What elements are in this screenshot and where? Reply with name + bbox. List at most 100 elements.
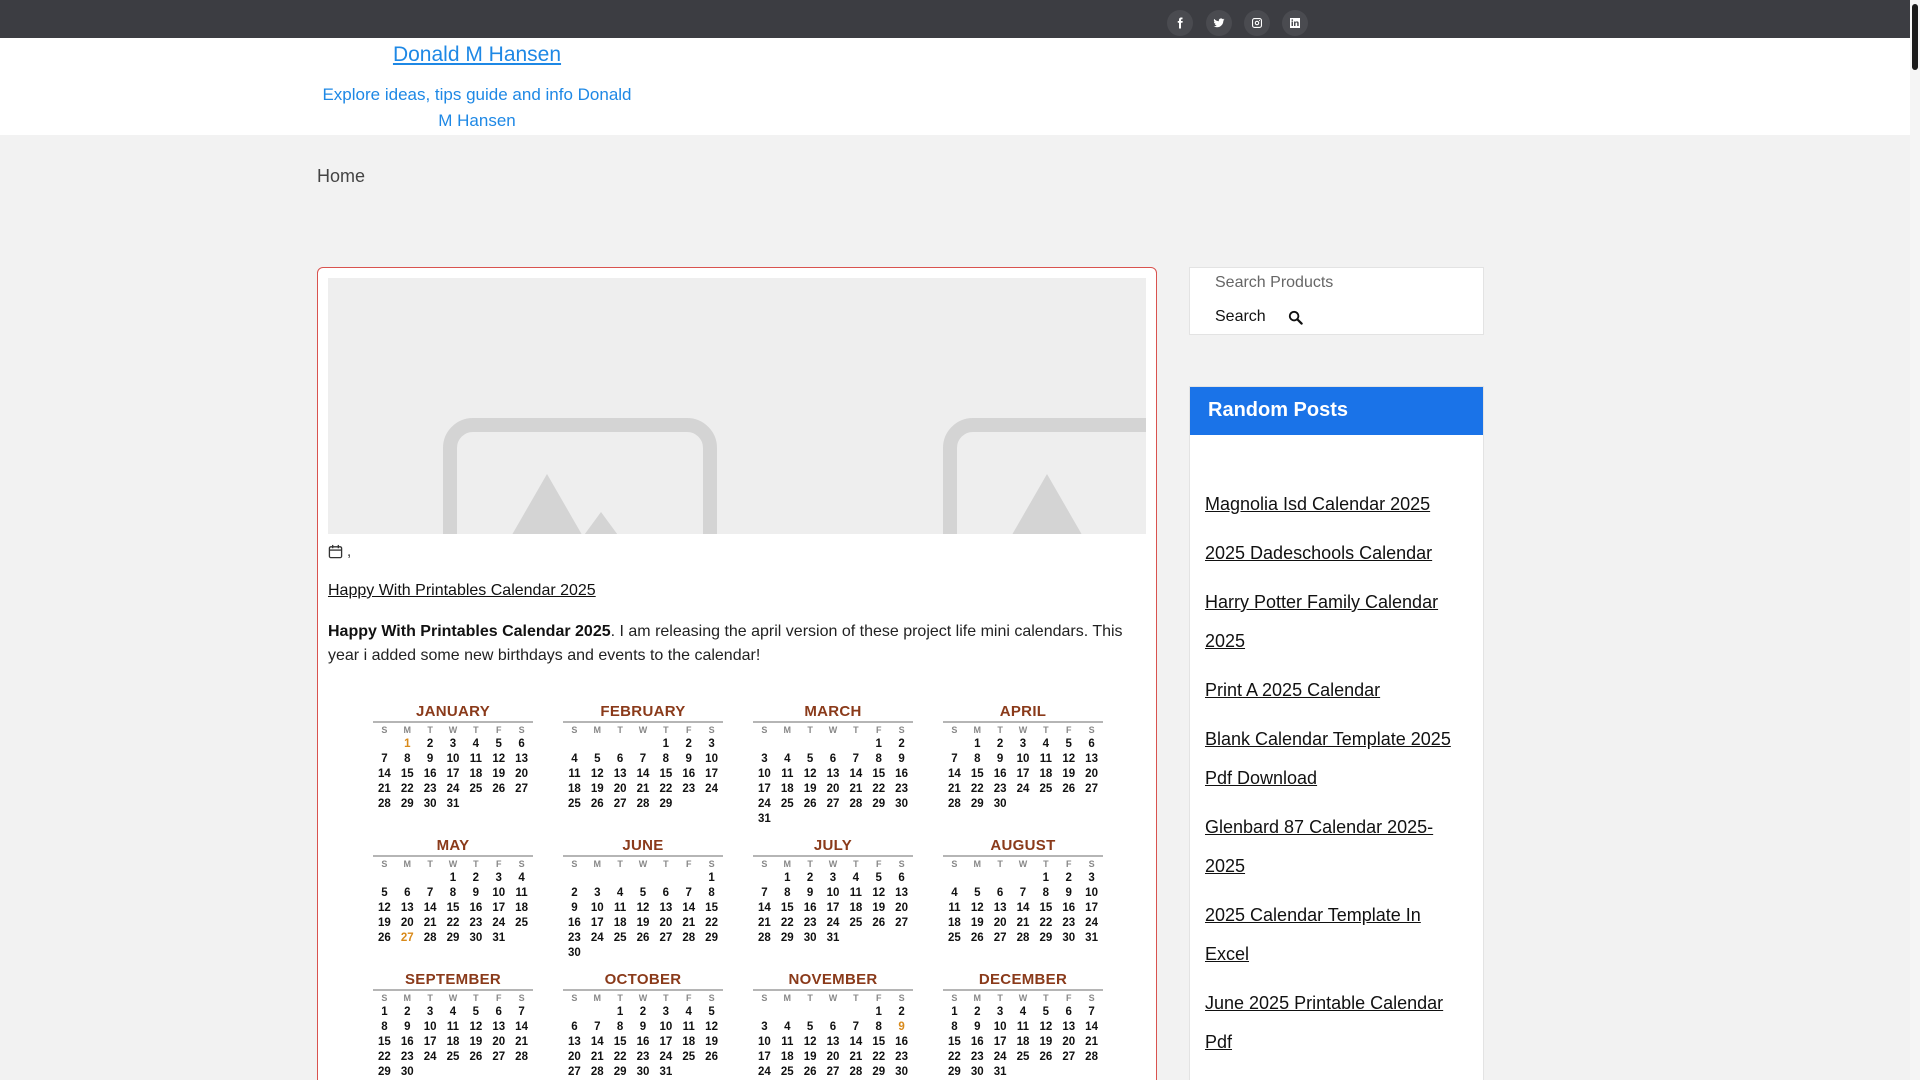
- week-row: 14 15 16 17 18 19 20: [943, 767, 1103, 782]
- random-post-link[interactable]: Magnolia Isd Calendar 2025: [1205, 494, 1430, 514]
- day-number: [510, 797, 533, 812]
- site-title-link[interactable]: Donald M Hansen: [317, 43, 637, 67]
- day-number: 22: [872, 1051, 886, 1063]
- day-number: 15: [400, 768, 414, 780]
- week-row: 26 27 28 29 30 31: [373, 931, 533, 946]
- day-number: 27: [515, 783, 528, 795]
- post-thumbnail-placeholder[interactable]: [328, 278, 1146, 534]
- day-number: 25: [948, 932, 961, 944]
- day-number: 9: [404, 1021, 411, 1033]
- day-number: 19: [590, 783, 604, 795]
- day-number: 3: [662, 1006, 670, 1018]
- weekday-label: S: [1088, 725, 1095, 735]
- day-number: 6: [1088, 738, 1095, 750]
- day-number: 18: [469, 768, 483, 780]
- day-number: 6: [662, 887, 670, 899]
- random-post-link[interactable]: Harry Potter Family Calendar 2025: [1205, 592, 1438, 651]
- day-number: 7: [639, 753, 647, 765]
- day-number: 15: [1039, 902, 1053, 914]
- day-number: 2: [806, 872, 814, 884]
- day-number: 22: [1039, 917, 1053, 929]
- scrollbar-thumb[interactable]: [1912, 4, 1918, 70]
- search-button[interactable]: Search: [1215, 308, 1303, 326]
- instagram-icon[interactable]: [1244, 10, 1270, 36]
- weekday-label: T: [807, 993, 813, 1003]
- weekday-label: S: [761, 859, 768, 869]
- week-row: 10 11 12 13 14 15 16: [753, 767, 913, 782]
- day-number: 2: [1065, 872, 1072, 884]
- weekday-label: S: [898, 993, 905, 1003]
- day-number: 2: [898, 1006, 905, 1018]
- day-number: [419, 871, 442, 886]
- day-number: 17: [1016, 768, 1030, 780]
- day-number: 24: [1085, 917, 1098, 929]
- month-name: DECEMBER: [943, 971, 1103, 991]
- day-number: 7: [1019, 887, 1027, 899]
- post-card: , Happy With Printables Calendar 2025 Ha…: [317, 267, 1157, 1080]
- random-post-link[interactable]: June 2025 Printable Calendar Pdf: [1205, 993, 1443, 1052]
- day-number: 10: [705, 753, 718, 765]
- day-number: 21: [378, 783, 391, 795]
- day-number: 29: [446, 932, 460, 944]
- linkedin-icon[interactable]: [1282, 10, 1308, 36]
- day-number: 22: [705, 917, 718, 929]
- day-number: [890, 812, 913, 827]
- day-number: 29: [613, 1066, 627, 1078]
- weekday-label: S: [571, 725, 578, 735]
- day-number: [654, 946, 677, 961]
- scrollbar[interactable]: [1910, 0, 1920, 1080]
- random-post-link[interactable]: Blank Calendar Template 2025 Pdf Downloa…: [1205, 729, 1451, 788]
- day-number: 26: [970, 932, 984, 944]
- random-post-link[interactable]: 2025 Dadeschools Calendar: [1205, 543, 1432, 563]
- day-number: 16: [568, 917, 581, 929]
- day-number: 25: [446, 1051, 460, 1063]
- day-number: 23: [469, 917, 483, 929]
- random-post-link[interactable]: 2025 Calendar Template In Excel: [1205, 905, 1421, 964]
- facebook-icon[interactable]: [1167, 10, 1193, 36]
- day-number: 30: [895, 1066, 908, 1078]
- day-number: 11: [614, 902, 627, 914]
- day-number: [799, 737, 822, 752]
- day-number: 16: [970, 1036, 984, 1048]
- week-row: 21 22 23 24 25 26 27: [943, 782, 1103, 797]
- nav-home-link[interactable]: Home: [317, 166, 365, 187]
- month-name: NOVEMBER: [753, 971, 913, 991]
- week-row: 12 13 14 15 16 17 18: [373, 901, 533, 916]
- day-number: 7: [951, 753, 958, 765]
- day-number: 24: [492, 917, 506, 929]
- day-number: 26: [378, 932, 391, 944]
- day-number: 2: [639, 1006, 647, 1018]
- day-number: 19: [872, 902, 886, 914]
- random-post-link[interactable]: Print A 2025 Calendar: [1205, 680, 1380, 700]
- day-number: 24: [423, 1051, 437, 1063]
- day-number: 28: [849, 1066, 863, 1078]
- calendar-month: JANUARY S M T W T F S 1 2 3 4 5 6 7 8 9 10 11 12 13 14 15 16 17 1…: [373, 703, 533, 827]
- day-number: 4: [1019, 1006, 1027, 1018]
- random-post-link[interactable]: Glenbard 87 Calendar 2025-2025: [1205, 817, 1433, 876]
- day-number: 20: [659, 917, 673, 929]
- weekday-label: T: [617, 993, 623, 1003]
- twitter-icon[interactable]: [1206, 10, 1232, 36]
- weekday-label: S: [898, 725, 905, 735]
- post-title-link[interactable]: Happy With Printables Calendar 2025: [328, 582, 596, 600]
- day-number: 23: [682, 783, 696, 795]
- weekday-label: W: [448, 725, 458, 735]
- calendar-grid: JANUARY S M T W T F S 1 2 3 4 5 6 7 8 9 10 11 12 13 14 15 16 17 1…: [368, 703, 1128, 1080]
- week-row: 12: [753, 1005, 913, 1020]
- day-number: 21: [590, 1051, 604, 1063]
- day-number: 1: [784, 872, 791, 884]
- calendar-month: JULY S M T W T F S 1 2 3 4 5 6 7 8 9 10 11 12 13 14 15 16 17 18 19…: [753, 837, 913, 961]
- weekday-label: T: [1043, 859, 1049, 869]
- day-number: 24: [758, 798, 771, 810]
- day-number: 18: [682, 1036, 696, 1048]
- week-row: 1 2 3 4 5 6 7: [373, 1005, 533, 1020]
- week-row: 18 19 20 21 22 23 24: [943, 916, 1103, 931]
- day-number: [700, 1065, 723, 1080]
- day-number: 17: [826, 902, 840, 914]
- day-number: 30: [469, 932, 483, 944]
- day-number: 8: [784, 887, 791, 899]
- day-number: [753, 737, 776, 752]
- search-input[interactable]: [1215, 272, 1465, 294]
- day-number: [844, 931, 867, 946]
- day-number: 8: [708, 887, 715, 899]
